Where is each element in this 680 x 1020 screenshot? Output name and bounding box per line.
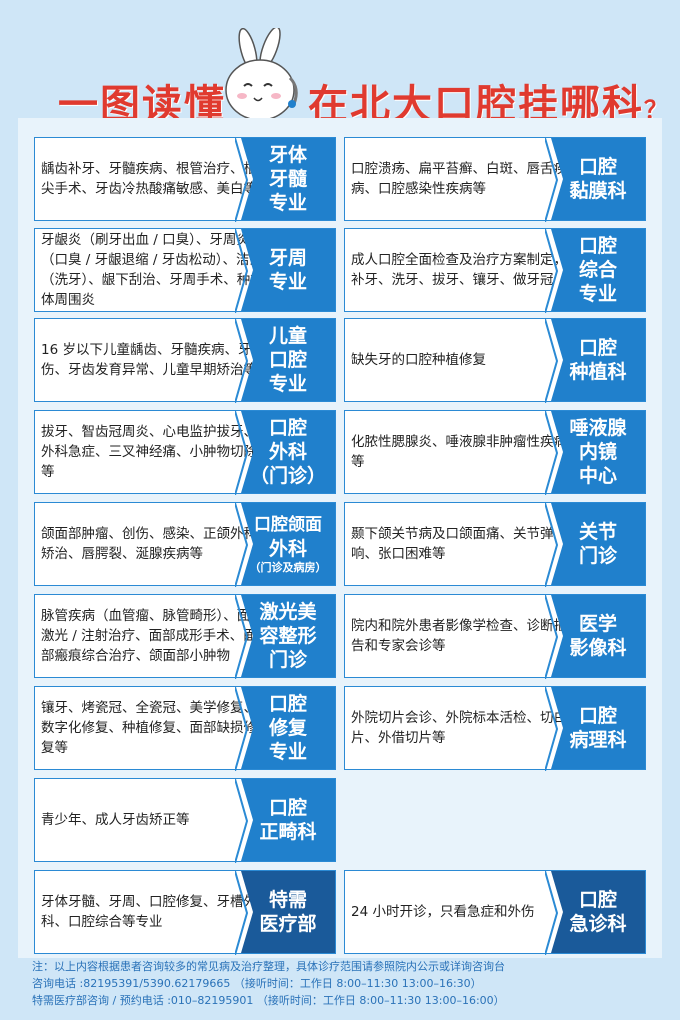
dept-line: 专业 [268, 271, 307, 293]
card-description: 外院切片会诊、外院标本活检、切白片、外借切片等 [351, 710, 567, 746]
left-card: 龋齿补牙、牙髓疾病、根管治疗、根尖手术、牙齿冷热酸痛敏感、美白等 牙体 牙髓 专… [34, 137, 336, 222]
dept-line: 综合 [578, 259, 617, 281]
card-description: 牙体牙髓、牙周、口腔修复、牙槽外科、口腔综合等专业 [41, 894, 257, 930]
department-label: 口腔 急诊科 [551, 871, 645, 953]
department-label: 口腔 修复 专业 [241, 687, 335, 769]
dept-line: 口腔颌面 [254, 515, 322, 535]
department-label: 口腔 综合 专业 [551, 229, 645, 311]
department-label: 口腔 外科 （门诊） [241, 411, 335, 493]
dept-line: 病理科 [569, 729, 627, 751]
dept-line: 口腔 [578, 235, 617, 257]
dept-line: 口腔 [268, 693, 307, 715]
footer-phone: 咨询电话 :82195391/5390.62179665 （接听时间：工作日 8… [32, 977, 482, 990]
dept-line: 门诊 [268, 649, 307, 671]
dept-line: 专业 [268, 741, 307, 763]
rabbit-mascot-icon [225, 28, 298, 121]
card-description: 颌面部肿瘤、创伤、感染、正颌外科矫治、唇腭裂、涎腺疾病等 [41, 526, 257, 562]
dept-line: 牙体 [268, 144, 307, 166]
dept-line: 内镜 [578, 441, 617, 463]
left-card: 拔牙、智齿冠周炎、心电监护拔牙、外科急症、三叉神经痛、小肿物切除等 口腔 外科 … [34, 410, 336, 495]
left-card: 脉管疾病（血管瘤、脉管畸形）、面部激光 / 注射治疗、面部成形手术、面部瘢痕综合… [34, 594, 336, 679]
department-label: 口腔颌面 外科 （门诊及病房） [241, 503, 335, 585]
department-label: 唾液腺 内镜 中心 [551, 411, 645, 493]
dept-subtitle: （门诊及病房） [249, 561, 327, 574]
dept-line: 特需 [268, 889, 307, 911]
card-description: 拔牙、智齿冠周炎、心电监护拔牙、外科急症、三叉神经痛、小肿物切除等 [41, 424, 257, 480]
dept-line: （门诊） [249, 465, 326, 487]
right-card: 化脓性腮腺炎、唾液腺非肿瘤性疾病等 唾液腺 内镜 中心 [344, 410, 646, 495]
dept-line: 口腔 [578, 156, 617, 178]
dept-line: 影像科 [569, 637, 627, 659]
dept-line: 专业 [578, 283, 617, 305]
dept-line: 专业 [268, 373, 307, 395]
right-card: 成人口腔全面检查及治疗方案制定，补牙、洗牙、拔牙、镶牙、做牙冠 口腔 综合 专业 [344, 228, 646, 313]
department-label: 口腔 黏膜科 [551, 138, 645, 220]
card-description: 院内和院外患者影像学检查、诊断报告和专家会诊等 [351, 618, 567, 654]
dept-line: 口腔 [268, 417, 307, 439]
card-description: 镶牙、烤瓷冠、全瓷冠、美学修复、数字化修复、种植修复、面部缺损修复等 [41, 700, 257, 756]
right-card: 外院切片会诊、外院标本活检、切白片、外借切片等 口腔 病理科 [344, 686, 646, 771]
left-card: 牙龈炎（刷牙出血 / 口臭）、牙周炎（口臭 / 牙龈退缩 / 牙齿松动）、洁治（… [34, 228, 336, 313]
right-card: 缺失牙的口腔种植修复 口腔 种植科 [344, 318, 646, 403]
left-card: 16 岁以下儿童龋齿、牙髓疾病、牙外伤、牙齿发育异常、儿童早期矫治等 儿童 口腔… [34, 318, 336, 403]
dept-line: 口腔 [578, 889, 617, 911]
left-card: 青少年、成人牙齿矫正等 口腔 正畸科 [34, 778, 336, 863]
footer-note: 注：以上内容根据患者咨询较多的常见病及治疗整理，具体诊疗范围请参照院内公示或详询… [32, 960, 505, 973]
dept-line: 门诊 [578, 545, 617, 567]
right-card: 院内和院外患者影像学检查、诊断报告和专家会诊等 医学 影像科 [344, 594, 646, 679]
right-card: 24 小时开诊，只看急症和外伤 口腔 急诊科 [344, 870, 646, 955]
right-card: 颞下颌关节病及口颌面痛、关节弹响、张口困难等 关节 门诊 [344, 502, 646, 587]
department-label: 儿童 口腔 专业 [241, 319, 335, 401]
department-label: 口腔 病理科 [551, 687, 645, 769]
card-description: 缺失牙的口腔种植修复 [351, 352, 486, 368]
dept-line: 正畸科 [259, 821, 317, 843]
card-description: 颞下颌关节病及口颌面痛、关节弹响、张口困难等 [351, 526, 554, 562]
footer: 注：以上内容根据患者咨询较多的常见病及治疗整理，具体诊疗范围请参照院内公示或详询… [32, 958, 672, 1009]
dept-line: 修复 [268, 717, 307, 739]
footer-vip-phone: 特需医疗部咨询 / 预约电话 :010–82195901 （接听时间：工作日 8… [32, 994, 505, 1007]
dept-line: 唾液腺 [569, 417, 627, 439]
dept-line: 关节 [578, 521, 617, 543]
card-description: 化脓性腮腺炎、唾液腺非肿瘤性疾病等 [351, 434, 567, 470]
header: 一图读懂 在北大口腔挂哪科？ [0, 0, 680, 132]
left-card: 颌面部肿瘤、创伤、感染、正颌外科矫治、唇腭裂、涎腺疾病等 口腔颌面 外科 （门诊… [34, 502, 336, 587]
dept-line: 牙髓 [268, 168, 307, 190]
department-label: 特需 医疗部 [241, 871, 335, 953]
dept-line: 黏膜科 [569, 180, 627, 202]
right-card: 口腔溃疡、扁平苔癣、白斑、唇舌疾病、口腔感染性疾病等 口腔 黏膜科 [344, 137, 646, 222]
card-description: 龋齿补牙、牙髓疾病、根管治疗、根尖手术、牙齿冷热酸痛敏感、美白等 [41, 161, 257, 197]
department-label: 牙周 专业 [241, 229, 335, 311]
card-description: 24 小时开诊，只看急症和外伤 [351, 904, 535, 920]
department-label: 牙体 牙髓 专业 [241, 138, 335, 220]
dept-line: 儿童 [268, 325, 307, 347]
dept-line: 牙周 [268, 247, 307, 269]
dept-line: 口腔 [268, 797, 307, 819]
dept-line: 医学 [578, 613, 617, 635]
dept-line: 种植科 [569, 361, 627, 383]
card-description: 牙龈炎（刷牙出血 / 口臭）、牙周炎（口臭 / 牙龈退缩 / 牙齿松动）、洁治（… [41, 232, 264, 308]
dept-line: 医疗部 [259, 913, 317, 935]
card-description: 脉管疾病（血管瘤、脉管畸形）、面部激光 / 注射治疗、面部成形手术、面部瘢痕综合… [41, 608, 264, 664]
card-description: 成人口腔全面检查及治疗方案制定，补牙、洗牙、拔牙、镶牙、做牙冠 [351, 252, 567, 288]
dept-line: 急诊科 [569, 913, 627, 935]
dept-line: 口腔 [268, 349, 307, 371]
department-label: 激光美 容整形 门诊 [241, 595, 335, 677]
dept-line: 口腔 [578, 337, 617, 359]
card-description: 青少年、成人牙齿矫正等 [41, 812, 190, 828]
dept-line: 激光美 [259, 601, 317, 623]
department-label: 关节 门诊 [551, 503, 645, 585]
card-description: 口腔溃疡、扁平苔癣、白斑、唇舌疾病、口腔感染性疾病等 [351, 161, 567, 197]
dept-line: 外科 [268, 538, 307, 560]
dept-line: 中心 [578, 465, 617, 487]
department-label: 口腔 正畸科 [241, 779, 335, 861]
dept-line: 容整形 [259, 625, 317, 647]
department-label: 医学 影像科 [551, 595, 645, 677]
left-card: 牙体牙髓、牙周、口腔修复、牙槽外科、口腔综合等专业 特需 医疗部 [34, 870, 336, 955]
dept-line: 口腔 [578, 705, 617, 727]
department-label: 口腔 种植科 [551, 319, 645, 401]
dept-line: 专业 [268, 192, 307, 214]
dept-line: 外科 [268, 441, 307, 463]
card-description: 16 岁以下儿童龋齿、牙髓疾病、牙外伤、牙齿发育异常、儿童早期矫治等 [41, 342, 265, 378]
left-card: 镶牙、烤瓷冠、全瓷冠、美学修复、数字化修复、种植修复、面部缺损修复等 口腔 修复… [34, 686, 336, 771]
